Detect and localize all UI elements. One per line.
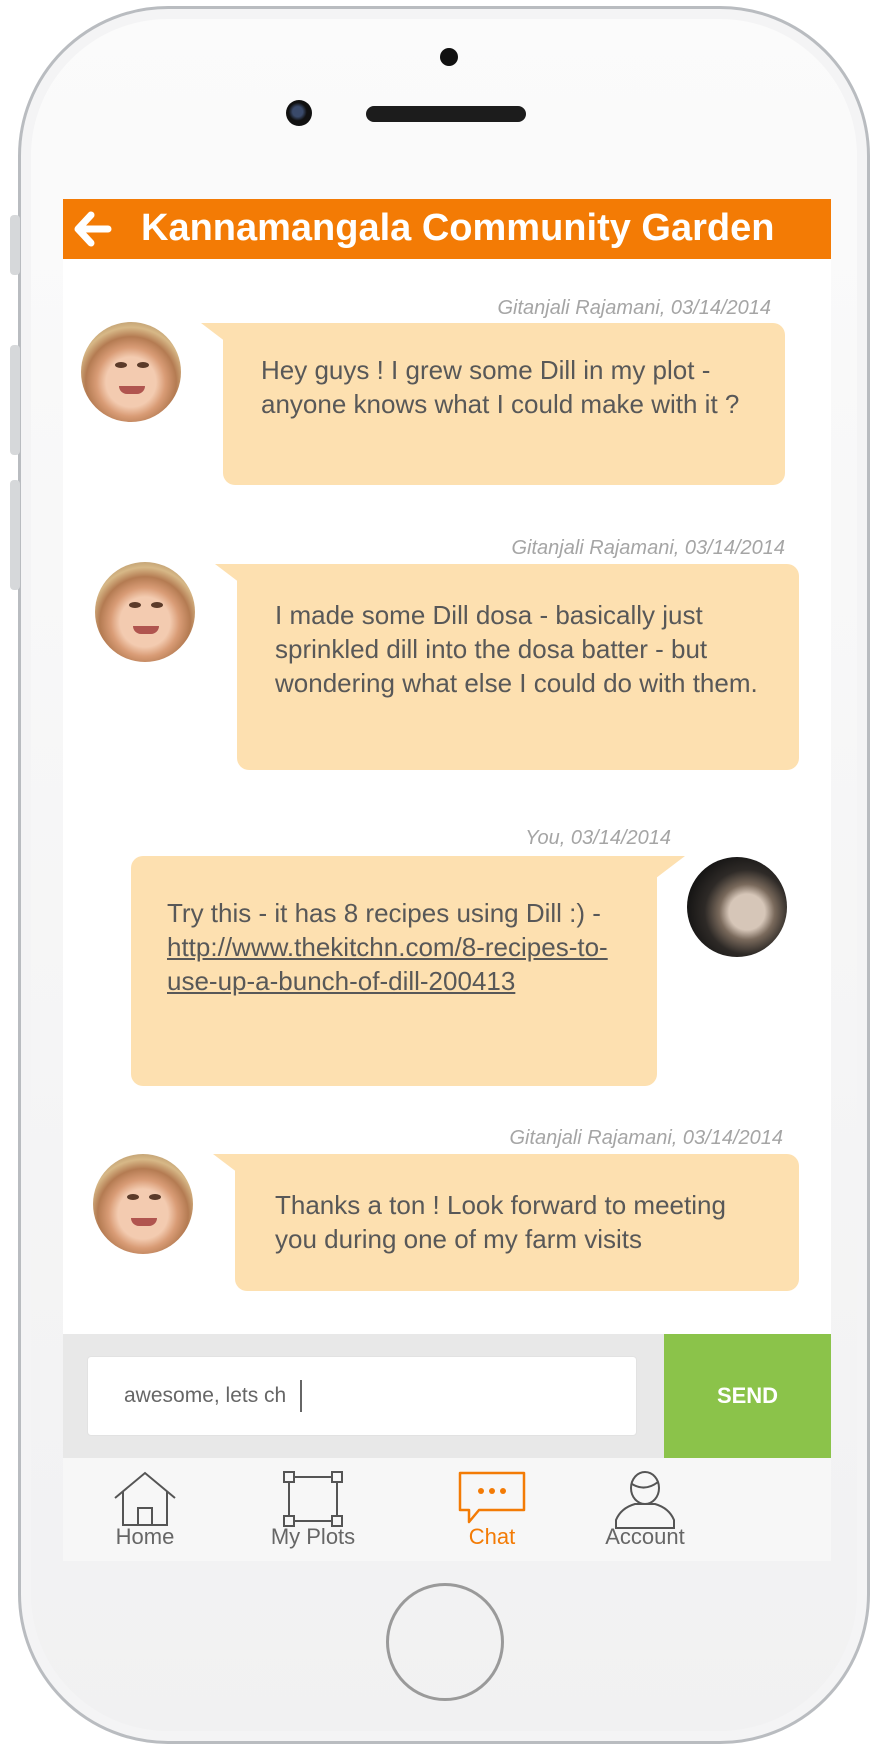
avatar xyxy=(95,562,195,662)
text-caret xyxy=(300,1380,303,1412)
phone-mute-switch xyxy=(10,215,20,275)
phone-volume-down xyxy=(10,480,20,590)
message-input[interactable]: awesome, lets ch xyxy=(87,1356,637,1436)
avatar xyxy=(81,322,181,422)
message-bubble: I made some Dill dosa - basically just s… xyxy=(237,564,799,770)
tab-label: My Plots xyxy=(270,1524,356,1549)
message-meta: Gitanjali Rajamani, 03/14/2014 xyxy=(497,297,771,319)
chat-icon xyxy=(458,1471,526,1524)
message-meta: Gitanjali Rajamani, 03/14/2014 xyxy=(511,537,785,559)
tab-account[interactable]: Account xyxy=(570,1458,720,1561)
message-text: Thanks a ton ! Look forward to meeting y… xyxy=(275,1190,726,1254)
bubble-tail xyxy=(635,856,685,894)
back-arrow-icon[interactable] xyxy=(73,211,113,247)
message-bubble: Hey guys ! I grew some Dill in my plot -… xyxy=(223,323,785,485)
page-title: Kannamangala Community Garden xyxy=(141,207,775,249)
account-icon xyxy=(615,1471,675,1529)
proximity-sensor xyxy=(440,48,458,66)
bottom-tab-bar: Home My Plots Chat Account xyxy=(63,1458,831,1561)
message-text: I made some Dill dosa - basically just s… xyxy=(275,600,758,698)
message-bubble: Thanks a ton ! Look forward to meeting y… xyxy=(235,1154,799,1291)
message-input-value: awesome, lets ch xyxy=(124,1384,287,1407)
send-button[interactable]: SEND xyxy=(664,1334,831,1458)
tab-label: Home xyxy=(115,1524,175,1549)
message-text: Hey guys ! I grew some Dill in my plot -… xyxy=(261,355,740,419)
message-meta: You, 03/14/2014 xyxy=(525,827,671,849)
tab-chat[interactable]: Chat xyxy=(417,1458,567,1561)
home-button[interactable] xyxy=(386,1583,504,1701)
plots-icon xyxy=(283,1471,343,1527)
recipe-link[interactable]: http://www.thekitchn.com/8-recipes-to-us… xyxy=(167,932,608,996)
message-bubble: Try this - it has 8 recipes using Dill :… xyxy=(131,856,657,1086)
tab-label: Chat xyxy=(468,1524,516,1549)
message-composer: awesome, lets ch SEND xyxy=(63,1334,831,1458)
home-icon xyxy=(114,1471,176,1526)
avatar xyxy=(93,1154,193,1254)
tab-my-plots[interactable]: My Plots xyxy=(238,1458,388,1561)
front-camera xyxy=(286,100,312,126)
tab-label: Account xyxy=(605,1524,685,1549)
avatar xyxy=(687,857,787,957)
message-meta: Gitanjali Rajamani, 03/14/2014 xyxy=(509,1127,783,1149)
app-screen: Kannamangala Community Garden Gitanjali … xyxy=(63,199,831,1561)
tab-home[interactable]: Home xyxy=(70,1458,220,1561)
message-text: Try this - it has 8 recipes using Dill :… xyxy=(167,898,601,928)
phone-volume-up xyxy=(10,345,20,455)
app-header: Kannamangala Community Garden xyxy=(63,199,831,259)
earpiece-speaker xyxy=(366,106,526,122)
